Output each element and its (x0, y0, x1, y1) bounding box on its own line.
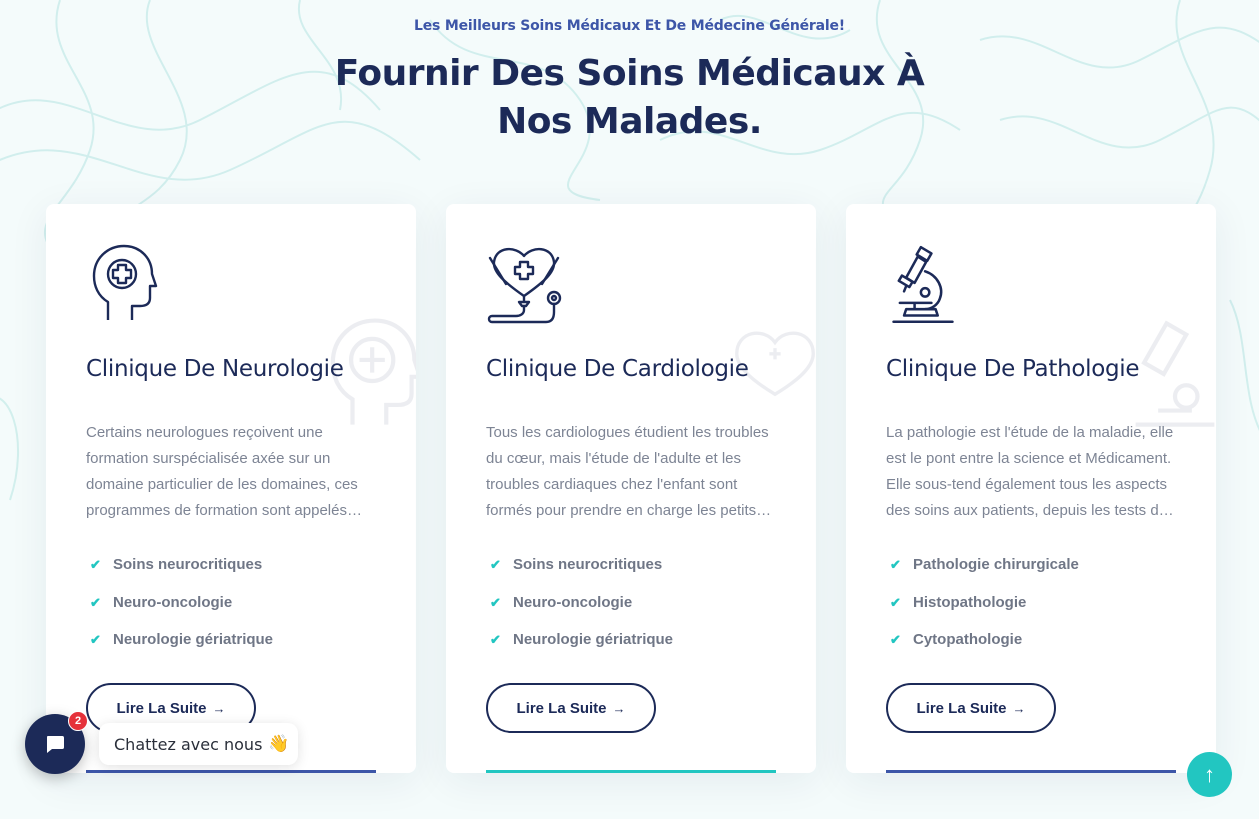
list-item: ✔ Soins neurocritiques (90, 556, 273, 594)
arrow-right-icon: → (1012, 700, 1026, 716)
check-icon: ✔ (90, 632, 101, 647)
read-more-button[interactable]: Lire La Suite → (886, 683, 1056, 733)
button-label: Lire La Suite (916, 699, 1007, 717)
feature-list: ✔ Soins neurocritiques ✔ Neuro-oncologie ✔… (90, 556, 273, 669)
chat-prompt-bubble[interactable]: Chattez avec nous 👋 (99, 723, 298, 765)
read-more-button[interactable]: Lire La Suite → (486, 683, 656, 733)
unread-badge: 2 (68, 711, 88, 731)
check-icon: ✔ (90, 594, 101, 610)
brain-head-icon (92, 244, 158, 320)
card-description: Certains neurologues reçoivent une forma… (86, 424, 362, 519)
list-item: ✔ Neuro-oncologie (90, 594, 273, 632)
list-item: ✔ Neuro-oncologie (490, 594, 673, 632)
chat-bubble-icon (47, 736, 64, 753)
card-description: Tous les cardiologues étudient les troub… (486, 424, 772, 519)
service-card-pathology: Clinique De Pathologie La pathologie est… (846, 204, 1216, 773)
card-description: La pathologie est l'étude de la maladie,… (886, 424, 1174, 519)
section-title: Fournir Des Soins Médicaux À Nos Malades… (0, 50, 1259, 146)
feature-label: Pathologie chirurgicale (913, 556, 1079, 573)
card-accent-bar (486, 770, 776, 773)
service-card-cardiology: Clinique De Cardiologie Tous les cardiol… (446, 204, 816, 773)
check-icon: ✔ (890, 594, 901, 610)
card-title: Clinique De Cardiologie (486, 356, 749, 382)
waving-hand-icon: 👋 (268, 734, 290, 754)
card-accent-bar (86, 770, 376, 773)
heart-stethoscope-icon (487, 248, 562, 324)
feature-label: Cytopathologie (913, 631, 1023, 648)
check-icon: ✔ (490, 557, 501, 572)
arrow-right-icon: → (612, 700, 626, 716)
list-item: ✔ Histopathologie (890, 594, 1079, 632)
service-card-neurology: Clinique De Neurologie Certains neurolog… (46, 204, 416, 773)
feature-label: Soins neurocritiques (113, 556, 263, 573)
check-icon: ✔ (890, 632, 901, 647)
button-label: Lire La Suite (116, 699, 207, 717)
check-icon: ✔ (890, 557, 901, 572)
feature-list: ✔ Pathologie chirurgicale ✔ Histopathologi… (890, 556, 1079, 669)
card-title: Clinique De Neurologie (86, 356, 344, 382)
section-eyebrow: Les Meilleurs Soins Médicaux Et De Médec… (414, 18, 845, 34)
feature-list: ✔ Soins neurocritiques ✔ Neuro-oncologie ✔… (490, 556, 673, 669)
arrow-up-icon: ↑ (1204, 761, 1215, 787)
feature-label: Soins neurocritiques (513, 556, 663, 573)
feature-label: Neuro-oncologie (513, 593, 633, 611)
microscope-icon (892, 245, 954, 324)
check-icon: ✔ (490, 632, 501, 647)
list-item: ✔ Neurologie gériatrique (90, 631, 273, 669)
section-title-line2: Nos Malades. (497, 101, 762, 142)
check-icon: ✔ (90, 557, 101, 572)
list-item: ✔ Cytopathologie (890, 631, 1079, 669)
card-title: Clinique De Pathologie (886, 356, 1140, 382)
list-item: ✔ Soins neurocritiques (490, 556, 673, 594)
list-item: ✔ Neurologie gériatrique (490, 631, 673, 669)
scroll-to-top-button[interactable]: ↑ (1187, 752, 1232, 797)
feature-label: Neurologie gériatrique (113, 631, 274, 648)
chat-prompt-label: Chattez avec nous (114, 734, 263, 754)
arrow-right-icon: → (212, 700, 226, 716)
button-label: Lire La Suite (516, 699, 607, 717)
feature-label: Histopathologie (913, 593, 1027, 611)
card-accent-bar (886, 770, 1176, 773)
check-icon: ✔ (490, 594, 501, 610)
feature-label: Neuro-oncologie (113, 593, 233, 611)
section-title-line1: Fournir Des Soins Médicaux À (334, 53, 925, 94)
list-item: ✔ Pathologie chirurgicale (890, 556, 1079, 594)
feature-label: Neurologie gériatrique (513, 631, 674, 648)
